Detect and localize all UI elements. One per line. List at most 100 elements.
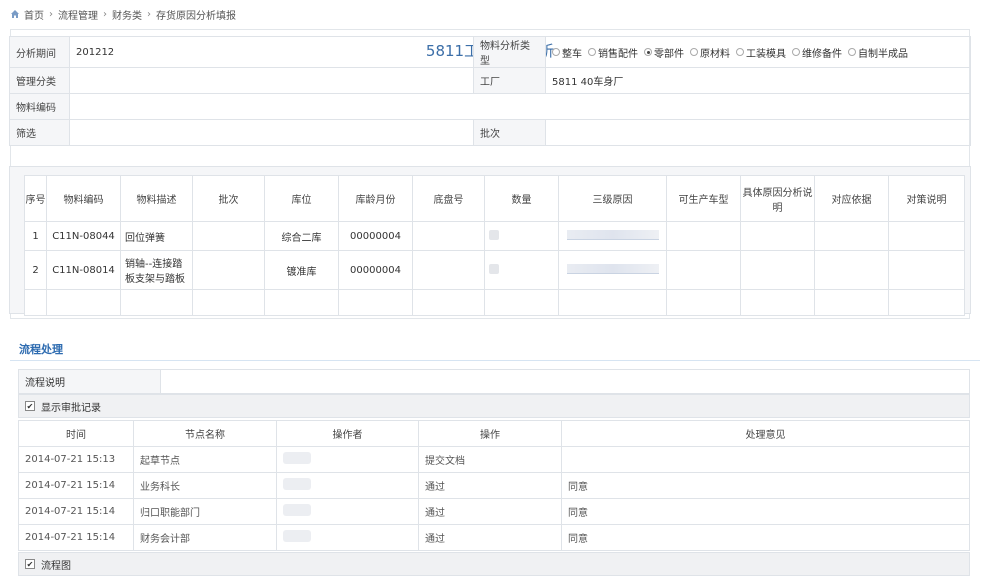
cell-age: 00000004	[338, 250, 413, 290]
cell-desc: 销轴--连接踏板支架与踏板	[120, 250, 193, 290]
home-icon	[11, 10, 19, 18]
cell-code: C11N-08014	[46, 250, 121, 290]
log-time: 2014-07-21 15:14	[18, 472, 134, 499]
col-qty: 数量	[484, 175, 559, 222]
radio-icon[interactable]	[736, 48, 744, 56]
period-value: 201212	[69, 36, 474, 68]
log-node: 财务会计部	[133, 524, 277, 551]
cell-reason3[interactable]	[558, 250, 667, 290]
cell-chassis	[412, 250, 485, 290]
material-code-label: 物料编码	[9, 93, 70, 120]
flowchart-row: ✔ 流程图	[18, 552, 970, 576]
material-type-option[interactable]: 零部件	[644, 45, 684, 60]
filter-value[interactable]	[69, 119, 474, 146]
cell-measure[interactable]	[888, 221, 965, 251]
cell-code: C11N-08044	[46, 221, 121, 251]
period-label: 分析期间	[9, 36, 70, 68]
material-type-option[interactable]: 自制半成品	[848, 45, 908, 60]
cell-reason3[interactable]	[558, 221, 667, 251]
redacted-name	[283, 452, 311, 464]
breadcrumb-flow-mgmt[interactable]: 流程管理	[58, 7, 98, 22]
table-row-empty	[24, 289, 965, 316]
radio-selected-icon[interactable]	[644, 48, 652, 56]
col-measure: 对策说明	[888, 175, 965, 222]
material-type-label: 整车	[562, 48, 582, 60]
col-batch: 批次	[192, 175, 265, 222]
filter-label: 筛选	[9, 119, 70, 146]
cell-measure[interactable]	[888, 250, 965, 290]
batch-value[interactable]	[545, 119, 971, 146]
breadcrumb-current: 存货原因分析填报	[156, 10, 236, 22]
log-col-operator: 操作者	[276, 420, 419, 447]
cell-basis[interactable]	[814, 250, 889, 290]
log-time: 2014-07-21 15:14	[18, 498, 134, 525]
cell-no: 2	[24, 250, 47, 290]
batch-label: 批次	[473, 119, 546, 146]
log-operator	[276, 446, 419, 473]
radio-icon[interactable]	[690, 48, 698, 56]
col-chassis: 底盘号	[412, 175, 485, 222]
radio-icon[interactable]	[588, 48, 596, 56]
material-type-label: 销售配件	[598, 48, 638, 60]
log-action: 通过	[418, 498, 562, 525]
factory-value: 5811 40车身厂	[545, 67, 971, 94]
material-type-label: 工装模具	[746, 48, 786, 60]
factory-label: 工厂	[473, 67, 546, 94]
breadcrumb-finance[interactable]: 财务类	[112, 7, 142, 22]
cell-basis[interactable]	[814, 221, 889, 251]
cell-model[interactable]	[666, 250, 741, 290]
material-type-option[interactable]: 销售配件	[588, 45, 638, 60]
redacted-value	[489, 263, 499, 274]
radio-icon[interactable]	[792, 48, 800, 56]
cell-desc: 回位弹簧	[120, 221, 193, 251]
log-col-opinion: 处理意见	[561, 420, 970, 447]
cell-qty[interactable]	[484, 221, 559, 251]
show-records-checkbox[interactable]: ✔	[25, 401, 35, 411]
table-row: 2014-07-21 15:14 归口职能部门 通过 同意	[18, 498, 970, 525]
col-reason3: 三级原因	[558, 175, 667, 222]
detail-table: 序号 物料编码 物料描述 批次 库位 库龄月份 底盘号 数量 三级原因 可生产车…	[24, 175, 965, 316]
flowchart-checkbox[interactable]: ✔	[25, 559, 35, 569]
col-basis: 对应依据	[814, 175, 889, 222]
redacted-value	[489, 229, 499, 240]
col-age: 库龄月份	[338, 175, 413, 222]
section-title-process: 流程处理	[19, 343, 63, 356]
cell-qty[interactable]	[484, 250, 559, 290]
log-time: 2014-07-21 15:14	[18, 524, 134, 551]
show-records-label: 显示审批记录	[41, 402, 101, 414]
log-col-action: 操作	[418, 420, 562, 447]
log-operator	[276, 472, 419, 499]
breadcrumb: 首页 › 流程管理 › 财务类 › 存货原因分析填报	[10, 6, 236, 22]
log-action: 通过	[418, 472, 562, 499]
table-row: 2014-07-21 15:14 财务会计部 通过 同意	[18, 524, 970, 551]
cell-batch	[192, 250, 265, 290]
material-type-option[interactable]: 工装模具	[736, 45, 786, 60]
cell-model[interactable]	[666, 221, 741, 251]
cell-chassis	[412, 221, 485, 251]
radio-icon[interactable]	[848, 48, 856, 56]
material-type-option[interactable]: 维修备件	[792, 45, 842, 60]
cell-analysis[interactable]	[740, 221, 815, 251]
info-table: 分析期间 201212 物料分析类型 整车 销售配件 零部件 原材料 工装模具 维修备件 自…	[9, 36, 971, 146]
material-type-label: 维修备件	[802, 48, 842, 60]
cell-location: 镀准库	[264, 250, 339, 290]
col-code: 物料编码	[46, 175, 121, 222]
log-action: 提交文档	[418, 446, 562, 473]
flow-desc-value[interactable]	[160, 369, 970, 394]
material-type-options: 整车 销售配件 零部件 原材料 工装模具 维修备件 自制半成品	[545, 36, 971, 68]
material-code-value[interactable]	[69, 93, 971, 120]
mgmt-value[interactable]	[69, 67, 474, 94]
radio-icon[interactable]	[552, 48, 560, 56]
material-type-label: 零部件	[654, 48, 684, 60]
log-opinion: 同意	[561, 524, 970, 551]
table-row: 2014-07-21 15:13 起草节点 提交文档	[18, 446, 970, 473]
log-node: 起草节点	[133, 446, 277, 473]
cell-age: 00000004	[338, 221, 413, 251]
log-col-node: 节点名称	[133, 420, 277, 447]
material-type-option[interactable]: 整车	[552, 45, 582, 60]
material-type-option[interactable]: 原材料	[690, 45, 730, 60]
material-type-label: 原材料	[700, 48, 730, 60]
breadcrumb-home[interactable]: 首页	[24, 7, 44, 22]
cell-analysis[interactable]	[740, 250, 815, 290]
flow-desc-table: 流程说明	[18, 369, 970, 394]
